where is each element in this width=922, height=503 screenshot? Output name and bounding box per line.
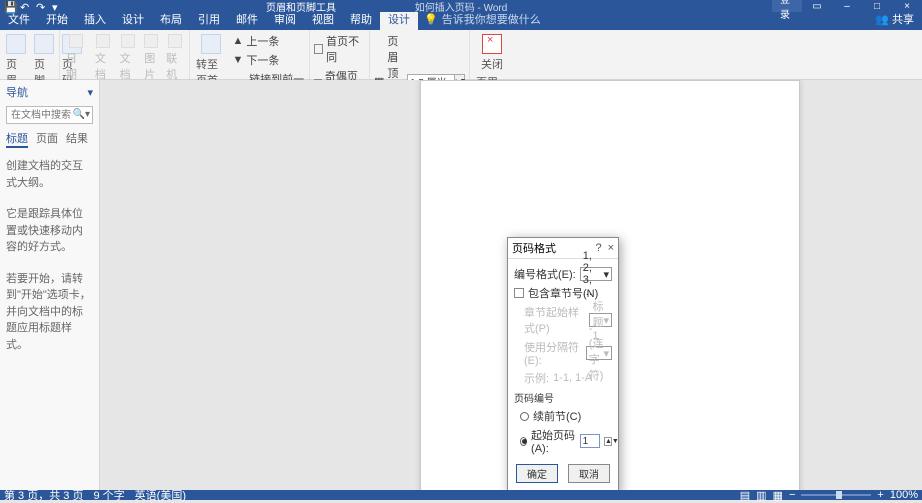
login-button[interactable]: 登录: [772, 0, 802, 12]
group-options: 首页不同 奇偶页不同 显示文档文字 选项: [310, 30, 370, 79]
undo-icon[interactable]: ↶: [20, 1, 30, 11]
chevron-down-icon: ▾: [603, 314, 609, 327]
contextual-tab-label: 页眉和页脚工具: [260, 0, 342, 14]
separator-label: 使用分隔符(E):: [524, 339, 582, 367]
zoom-out-button[interactable]: −: [789, 489, 795, 501]
window-close-button[interactable]: ×: [892, 0, 922, 12]
nav-pane-title: 导航: [6, 84, 28, 100]
numbering-group-title: 页码编号: [514, 390, 612, 405]
close-hf-icon: ×: [482, 34, 502, 54]
redo-icon[interactable]: ↷: [36, 1, 46, 11]
page-number-format-dialog: 页码格式 ? × 编号格式(E): 1, 2, 3, ...▾ 包含章节号(N)…: [507, 237, 619, 490]
nav-body: 创建文档的交互式大纲。 它是跟踪具体位置或快速移动内容的好方式。 若要开始，请转…: [0, 152, 99, 359]
status-language[interactable]: 英语(美国): [135, 487, 186, 503]
nav-tab-pages[interactable]: 页面: [36, 130, 58, 148]
startat-radio[interactable]: [520, 437, 527, 446]
continue-radio[interactable]: [520, 412, 529, 421]
share-label: 共享: [892, 11, 914, 27]
group-position: ▦页眉顶端距离:1.5 厘米▲▼ ▦页脚底端距离:1.75 厘米▲▼ ⇥插入对齐…: [370, 30, 470, 79]
status-bar: 第 3 页，共 3 页 9 个字 英语(美国) ▤ ▥ ▦ − + 100%: [0, 490, 922, 500]
nav-tab-headings[interactable]: 标题: [6, 130, 28, 148]
dialog-title: 页码格式: [512, 240, 556, 256]
startat-label: 起始页码(A):: [531, 427, 576, 455]
zoom-level[interactable]: 100%: [890, 489, 918, 501]
nav-tab-results[interactable]: 结果: [66, 130, 88, 148]
group-insert: 日期和时间 文档信息 文档部件 图片 联机图片 插入: [60, 30, 190, 79]
group-close: ×关闭页眉和页脚 关闭: [470, 30, 514, 79]
search-icon[interactable]: 🔍▾: [73, 109, 90, 120]
status-words[interactable]: 9 个字: [93, 487, 124, 503]
cancel-button[interactable]: 取消: [568, 464, 610, 483]
example-value: 1-1, 1-A: [553, 372, 592, 384]
docparts-icon: [121, 34, 135, 48]
share-icon: 👥: [875, 13, 889, 26]
separator-select: -(连字符)▾: [586, 346, 612, 360]
continue-label: 续前节(C): [533, 408, 581, 424]
header-icon: [6, 34, 26, 54]
example-label: 示例:: [524, 370, 549, 386]
checkbox-icon: [314, 44, 323, 54]
arrow-up-icon: ▲: [232, 35, 243, 47]
chk-diff-first[interactable]: 首页不同: [314, 32, 365, 66]
window-minimize-button[interactable]: –: [832, 0, 862, 12]
main-area: 导航 ▾ × 🔍▾ 标题 页面 结果 创建文档的交互式大纲。 它是跟踪具体位置或…: [0, 80, 922, 490]
dialog-close-icon[interactable]: ×: [608, 242, 614, 254]
title-bar: 💾 ↶ ↷ ▾ 页眉和页脚工具 如何插入页码 - Word 登录 ▭ – □ ×: [0, 0, 922, 12]
include-chapter-checkbox[interactable]: [514, 288, 524, 298]
zoom-thumb[interactable]: [836, 491, 842, 499]
nav-prev[interactable]: ▲上一条: [232, 32, 305, 50]
group-nav: 转至页首 ▲上一条 ▼下一条 🔗链接到前一条页眉 导航: [190, 30, 310, 79]
nav-text-3: 若要开始，请转到"开始"选项卡，并向文档中的标题应用标题样式。: [6, 271, 93, 354]
footer-icon: [34, 34, 54, 54]
nav-next[interactable]: ▼下一条: [232, 51, 305, 69]
nav-prev-label: 上一条: [246, 33, 279, 49]
zoom-in-button[interactable]: +: [877, 489, 883, 501]
nav-text-1: 创建文档的交互式大纲。: [6, 158, 93, 191]
chk-diff-first-label: 首页不同: [326, 33, 365, 65]
ribbon-options-icon[interactable]: ▭: [802, 0, 832, 12]
ok-button[interactable]: 确定: [516, 464, 558, 483]
docinfo-icon: [96, 34, 110, 48]
nav-pane-dropdown-icon[interactable]: ▾: [87, 86, 93, 99]
btn-picture-label: 图片: [144, 50, 158, 82]
document-area[interactable]: 页脚 - 第 2 节 - 页码格式 ? × 编号格式(E): 1, 2, 3, …: [100, 80, 922, 490]
save-icon[interactable]: 💾: [4, 1, 14, 11]
onlinepic-icon: [168, 34, 182, 48]
group-header-footer: 页眉 页脚 页码 页眉和页脚: [0, 30, 60, 79]
chevron-down-icon: ▾: [603, 347, 609, 360]
include-chapter-label: 包含章节号(N): [528, 285, 598, 301]
startat-input[interactable]: 1: [580, 434, 600, 448]
btn-picture: 图片: [142, 32, 160, 84]
picture-icon: [144, 34, 158, 48]
ribbon: 页眉 页脚 页码 页眉和页脚 日期和时间 文档信息 文档部件 图片 联机图片 插…: [0, 30, 922, 80]
startat-spinner[interactable]: ▲▼: [604, 437, 612, 446]
nav-search[interactable]: 🔍▾: [6, 106, 93, 124]
navigation-pane: 导航 ▾ × 🔍▾ 标题 页面 结果 创建文档的交互式大纲。 它是跟踪具体位置或…: [0, 80, 100, 490]
format-select[interactable]: 1, 2, 3, ...▾: [580, 267, 612, 281]
btn-close-hf-label1: 关闭: [481, 56, 503, 72]
arrow-down-icon: ▼: [232, 54, 243, 66]
document-title: 如何插入页码 - Word: [415, 0, 508, 14]
status-page[interactable]: 第 3 页，共 3 页: [4, 487, 83, 503]
format-label: 编号格式(E):: [514, 266, 576, 282]
goto-icon: [201, 34, 221, 54]
window-maximize-button[interactable]: □: [862, 0, 892, 12]
tell-me-icon: 💡: [424, 13, 438, 26]
chapter-style-label: 章节起始样式(P): [524, 304, 585, 336]
datetime-icon: [69, 34, 83, 48]
zoom-slider[interactable]: [801, 494, 871, 496]
chevron-down-icon: ▾: [603, 268, 609, 281]
nav-next-label: 下一条: [246, 52, 279, 68]
nav-text-2: 它是跟踪具体位置或快速移动内容的好方式。: [6, 206, 93, 256]
qat-more-icon[interactable]: ▾: [52, 1, 62, 11]
